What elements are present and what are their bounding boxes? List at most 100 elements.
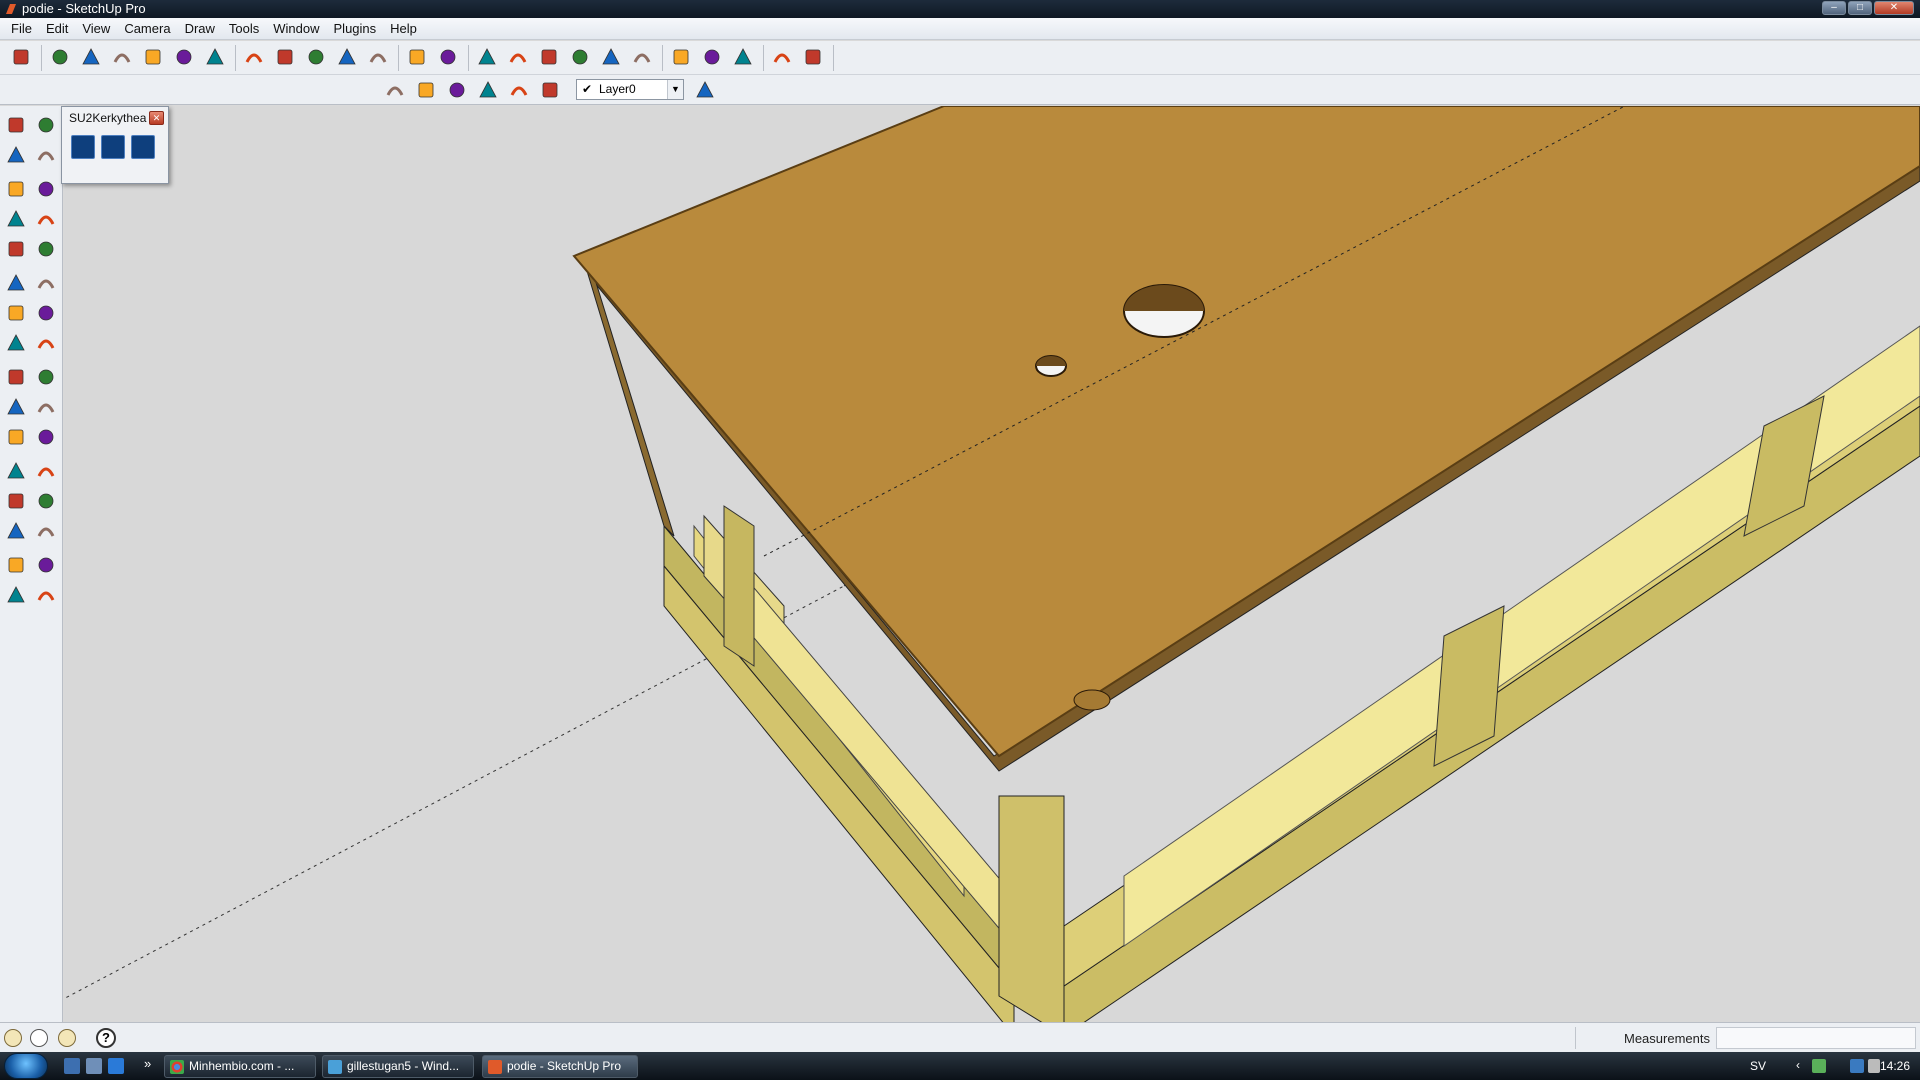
push-pull-icon[interactable] [303,44,329,70]
tape-measure-icon[interactable] [241,44,267,70]
eraser-icon[interactable] [202,44,228,70]
rectangle-icon[interactable] [78,44,104,70]
menu-edit[interactable]: Edit [39,21,75,36]
language-indicator[interactable]: SV [1750,1059,1766,1073]
zoom-extents-icon[interactable] [536,44,562,70]
show-desktop-icon[interactable] [64,1058,80,1074]
help-icon[interactable]: ? [96,1028,116,1048]
protractor-icon[interactable] [3,394,29,420]
drawing-viewport[interactable] [64,106,1920,1022]
menu-camera[interactable]: Camera [117,21,177,36]
internet-explorer-icon[interactable] [108,1058,124,1074]
next-view-icon[interactable] [598,44,624,70]
task-sketchup[interactable]: podie - SketchUp Pro [482,1055,638,1078]
rectangle-icon[interactable] [3,176,29,202]
menu-help[interactable]: Help [383,21,424,36]
zoom-icon[interactable] [505,44,531,70]
freehand-icon[interactable] [33,236,59,262]
volume-icon[interactable] [1868,1059,1880,1073]
place-model-icon[interactable] [769,44,795,70]
3d-text-icon[interactable] [33,424,59,450]
move-icon[interactable] [334,44,360,70]
back-view-icon[interactable] [506,77,532,103]
follow-me-icon[interactable] [33,300,59,326]
circle-icon[interactable] [109,44,135,70]
menu-plugins[interactable]: Plugins [327,21,384,36]
kerkythea-export-icon[interactable] [71,135,95,159]
get-photo-texture-icon[interactable] [730,44,756,70]
paint-bucket-icon[interactable] [3,142,29,168]
arc-icon[interactable] [140,44,166,70]
walk-icon[interactable] [3,582,29,608]
toggle-terrain-icon[interactable] [800,44,826,70]
eraser-icon[interactable] [33,142,59,168]
dimension-icon[interactable] [33,364,59,390]
previous-icon[interactable] [33,518,59,544]
rotate-icon[interactable] [3,300,29,326]
chevron-down-icon[interactable]: ▼ [667,80,683,99]
measurements-input[interactable] [1716,1027,1916,1049]
arc-icon[interactable] [33,206,59,232]
menu-draw[interactable]: Draw [178,21,222,36]
move-icon[interactable] [3,270,29,296]
quicklaunch-more-button[interactable]: » [144,1056,151,1071]
select-icon[interactable] [8,44,34,70]
zoom-window-icon[interactable] [33,488,59,514]
make-component-icon[interactable] [171,44,197,70]
panel-close-button[interactable]: ✕ [149,111,164,125]
pan-icon[interactable] [33,458,59,484]
make-component-icon[interactable] [33,112,59,138]
left-view-icon[interactable] [537,77,563,103]
select-icon[interactable] [3,112,29,138]
orbit-icon[interactable] [435,44,461,70]
tray-expand-icon[interactable]: ‹ [1796,1058,1800,1072]
google-earth-icon[interactable] [699,44,725,70]
model-canvas[interactable] [64,106,1920,1022]
minimize-button[interactable]: – [1822,1,1846,15]
close-button[interactable]: ✕ [1874,1,1914,15]
credits-icon[interactable] [30,1029,48,1047]
section-plane-icon[interactable] [33,582,59,608]
network-icon[interactable] [1812,1059,1826,1073]
share-model-icon[interactable] [668,44,694,70]
clock[interactable]: 14:26 [1880,1059,1910,1073]
menu-file[interactable]: File [4,21,39,36]
polygon-icon[interactable] [3,236,29,262]
look-around-icon[interactable] [33,552,59,578]
pencil-icon[interactable] [47,44,73,70]
task-minhembio[interactable]: Minhembio.com - ... [164,1055,316,1078]
kerkythea-render-icon[interactable] [101,135,125,159]
orbit-icon[interactable] [3,458,29,484]
offset-icon[interactable] [33,330,59,356]
tray-app-icon[interactable] [1850,1059,1864,1073]
menu-view[interactable]: View [75,21,117,36]
rotate-icon[interactable] [365,44,391,70]
zoom-icon[interactable] [3,488,29,514]
tape-measure-icon[interactable] [3,364,29,390]
text-icon[interactable] [33,394,59,420]
user-icon[interactable] [58,1029,76,1047]
right-view-icon[interactable] [475,77,501,103]
line-icon[interactable] [33,176,59,202]
maximize-button[interactable]: □ [1848,1,1872,15]
circle-icon[interactable] [3,206,29,232]
top-view-icon[interactable] [444,77,470,103]
get-models-icon[interactable] [629,44,655,70]
start-button[interactable] [4,1053,48,1079]
zoom-extents-icon[interactable] [3,518,29,544]
geo-location-icon[interactable] [4,1029,22,1047]
kerkythea-settings-icon[interactable] [131,135,155,159]
position-camera-icon[interactable] [3,552,29,578]
menu-window[interactable]: Window [266,21,326,36]
menu-tools[interactable]: Tools [222,21,266,36]
pan-icon[interactable] [474,44,500,70]
layer-manager-icon[interactable] [692,77,718,103]
front-view-icon[interactable] [413,77,439,103]
paint-bucket-icon[interactable] [272,44,298,70]
task-gillestugan5[interactable]: gillestugan5 - Wind... [322,1055,474,1078]
switch-windows-icon[interactable] [86,1058,102,1074]
axes-icon[interactable] [3,424,29,450]
layer-dropdown[interactable]: ✔ Layer0 ▼ [576,79,684,100]
push-pull-icon[interactable] [33,270,59,296]
offset-icon[interactable] [404,44,430,70]
